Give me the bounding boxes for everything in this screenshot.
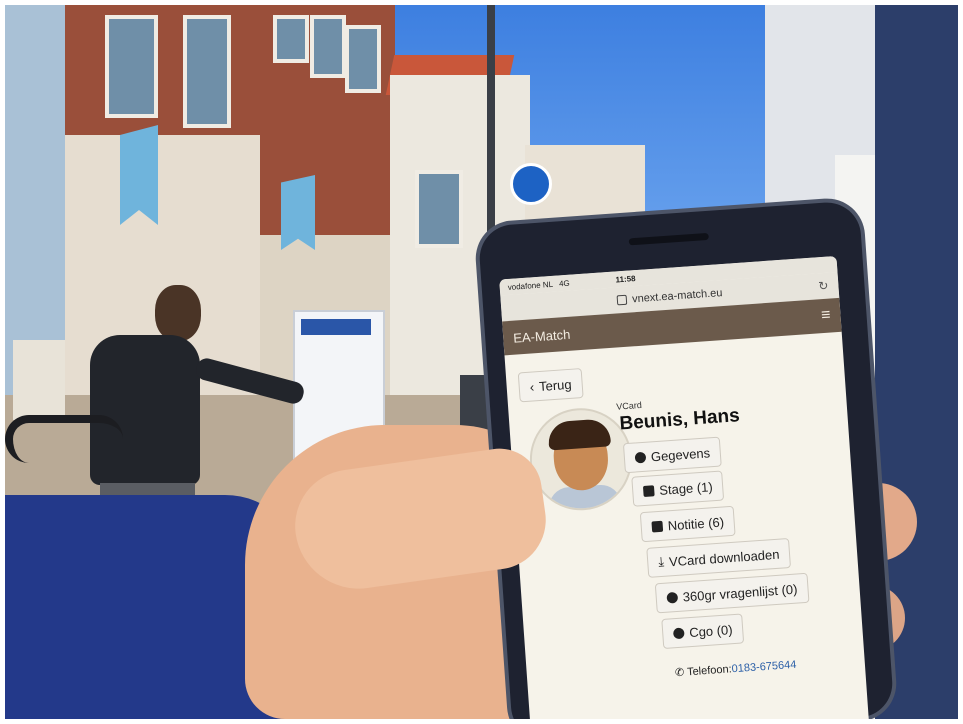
clock: 11:58: [615, 273, 636, 284]
vcard-download-label: VCard downloaden: [668, 546, 780, 569]
vragenlijst-button[interactable]: 360gr vragenlijst (0): [654, 572, 810, 614]
user-icon: [634, 451, 647, 464]
check-circle-icon: [672, 627, 685, 639]
left-poster: [13, 340, 65, 420]
lock-icon: [616, 294, 628, 306]
window: [310, 15, 346, 78]
back-label: Terug: [538, 376, 573, 394]
cgo-label: Cgo (0): [688, 621, 734, 640]
window: [273, 15, 309, 63]
smartphone: vodafone NL 4G 11:58 vnext.ea-match.eu ↻…: [477, 200, 895, 719]
reload-icon[interactable]: ↻: [818, 279, 829, 294]
phone-icon: ✆: [674, 666, 685, 680]
phone-number-link[interactable]: 0183-675644: [731, 659, 797, 675]
notitie-label: Notitie (6): [667, 513, 725, 533]
window: [345, 25, 381, 93]
cgo-button[interactable]: Cgo (0): [661, 613, 745, 650]
gegevens-label: Gegevens: [650, 444, 711, 464]
network-label: 4G: [558, 278, 570, 288]
download-icon: ⤓: [657, 553, 665, 570]
phone-speaker: [628, 232, 709, 246]
notitie-button[interactable]: Notitie (6): [639, 505, 736, 543]
vcard-label: VCard: [615, 399, 643, 412]
hamburger-menu-icon[interactable]: ≡: [821, 307, 832, 326]
bicycle-handlebar: [5, 415, 123, 463]
stage-label: Stage (1): [658, 478, 714, 498]
flag: [120, 125, 158, 225]
window: [105, 15, 158, 118]
briefcase-icon: [642, 484, 655, 497]
window: [183, 15, 231, 128]
url-text: vnext.ea-match.eu: [631, 287, 723, 306]
stage-button[interactable]: Stage (1): [631, 470, 725, 507]
phone-screen: vodafone NL 4G 11:58 vnext.ea-match.eu ↻…: [499, 255, 870, 719]
pedestrian-sign: [510, 163, 552, 205]
cyclist-head: [155, 285, 201, 341]
window: [415, 170, 463, 248]
question-circle-icon: [666, 591, 679, 604]
back-button[interactable]: ‹ Terug: [517, 368, 584, 403]
avatar-hair: [547, 418, 612, 451]
phone-line: ✆ Telefoon:0183-675644: [675, 658, 797, 679]
vcard-download-button[interactable]: ⤓ VCard downloaden: [646, 537, 792, 578]
chevron-left-icon: ‹: [529, 378, 535, 395]
brand-label[interactable]: EA-Match: [513, 326, 571, 345]
phone-prefix: Telefoon:: [686, 663, 733, 679]
carrier-label: vodafone NL: [507, 279, 554, 292]
book-icon: [651, 520, 664, 533]
cyclist-jacket: [90, 335, 200, 485]
gegevens-button[interactable]: Gegevens: [622, 436, 723, 474]
photo-scene: vodafone NL 4G 11:58 vnext.ea-match.eu ↻…: [5, 5, 958, 719]
vragenlijst-label: 360gr vragenlijst (0): [682, 581, 798, 605]
poster-header: [301, 319, 371, 335]
flag: [281, 175, 315, 250]
